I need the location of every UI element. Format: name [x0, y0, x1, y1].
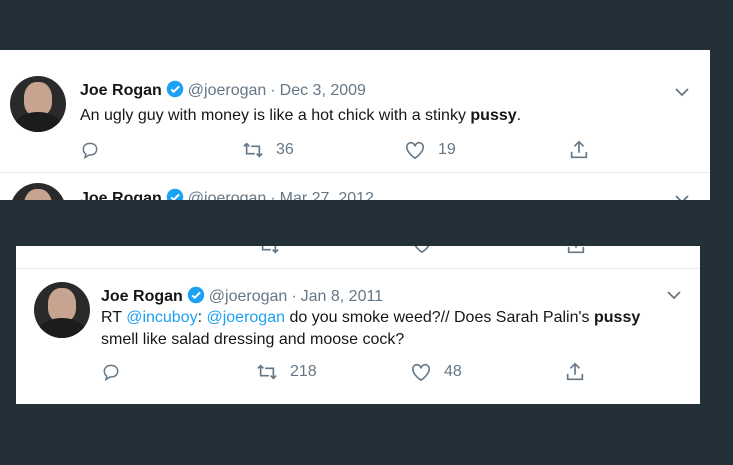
tweet-header: Joe Rogan @joerogan · Dec 3, 2009	[80, 80, 366, 103]
avatar[interactable]	[10, 183, 66, 200]
tweet-text: RT @incuboy: @joerogan do you smoke weed…	[101, 309, 641, 348]
top-band	[0, 0, 733, 50]
share-icon	[566, 362, 584, 381]
retweet-count: 36	[276, 141, 294, 158]
like-button[interactable]: 48	[410, 362, 462, 382]
verified-badge-icon	[166, 80, 184, 103]
bold-word: pussy	[470, 107, 517, 124]
tweet-panel-top: Joe Rogan @joerogan · Dec 3, 2009 An ugly g…	[0, 50, 710, 200]
retweet-button[interactable]: 36	[242, 140, 294, 160]
timestamp[interactable]: Dec 3, 2009	[280, 82, 366, 99]
handle[interactable]: @joerogan	[188, 190, 267, 200]
tweet-header: Joe Rogan @joerogan · Mar 27, 2012	[80, 188, 374, 200]
display-name[interactable]: Joe Rogan	[80, 190, 162, 200]
tweet-text: An ugly guy with money is like a hot chi…	[80, 107, 522, 124]
chevron-down-icon[interactable]	[674, 84, 690, 100]
middle-band	[0, 200, 733, 246]
share-button[interactable]	[564, 361, 598, 383]
like-icon	[414, 246, 430, 254]
like-icon	[412, 363, 430, 382]
handle[interactable]: @joerogan	[209, 288, 288, 305]
like-count: 19	[438, 141, 456, 158]
share-icon	[567, 246, 585, 254]
mention-link[interactable]: @incuboy	[126, 309, 197, 326]
share-icon	[570, 140, 588, 159]
retweet-count: 218	[290, 363, 317, 380]
like-count: 48	[444, 363, 462, 380]
like-icon	[406, 141, 424, 160]
reply-button[interactable]	[80, 140, 112, 160]
reply-icon	[82, 142, 98, 160]
display-name[interactable]: Joe Rogan	[80, 82, 162, 99]
tweet-card[interactable]: Joe Rogan @joerogan · Jan 8, 2011 RT @incub…	[16, 269, 700, 403]
bold-word: pussy	[594, 309, 641, 326]
bottom-band	[0, 404, 733, 465]
tweet-header: Joe Rogan @joerogan · Jan 8, 2011	[101, 286, 383, 309]
display-name[interactable]: Joe Rogan	[101, 288, 183, 305]
chevron-down-icon[interactable]	[674, 191, 690, 200]
timestamp[interactable]: Jan 8, 2011	[301, 288, 383, 305]
avatar[interactable]	[10, 76, 66, 132]
reply-button[interactable]	[101, 362, 133, 382]
verified-badge-icon	[166, 188, 184, 200]
avatar[interactable]	[34, 282, 90, 338]
tweet-card-partial[interactable]: Joe Rogan @joerogan · Mar 27, 2012	[0, 173, 710, 200]
retweet-icon	[243, 142, 263, 158]
separator: ·	[270, 82, 276, 99]
share-button[interactable]	[568, 139, 602, 161]
retweet-button[interactable]: 218	[256, 362, 317, 382]
like-button[interactable]: 19	[404, 140, 456, 160]
tweet-panel-bottom: Joe Rogan @joerogan · Jan 8, 2011 RT @incub…	[16, 246, 700, 404]
separator: ·	[270, 190, 276, 200]
timestamp[interactable]: Mar 27, 2012	[280, 190, 374, 200]
retweet-icon	[257, 364, 277, 380]
verified-badge-icon	[187, 286, 205, 309]
tweet-card[interactable]: Joe Rogan @joerogan · Dec 3, 2009 An ugly g…	[0, 64, 710, 173]
handle[interactable]: @joerogan	[188, 82, 267, 99]
retweet-icon	[261, 246, 279, 254]
mention-link[interactable]: @joerogan	[206, 309, 285, 326]
partial-action-strip	[16, 246, 700, 269]
separator: ·	[291, 288, 297, 305]
chevron-down-icon[interactable]	[666, 287, 682, 303]
reply-icon	[103, 364, 119, 382]
